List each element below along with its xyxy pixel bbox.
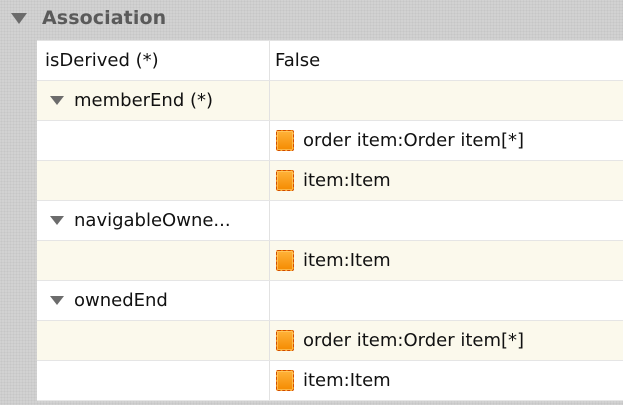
expanded-triangle-icon[interactable] [11,13,27,24]
property-icon [276,130,294,151]
table-row[interactable]: ownedEnd [37,281,623,321]
property-value: order item:Order item[*] [303,130,525,151]
property-name-cell [37,241,270,280]
property-icon [276,250,294,271]
property-value-cell[interactable] [270,281,623,320]
property-name-cell: ownedEnd [37,281,270,320]
table-row[interactable]: order item:Order item[*] [37,321,623,361]
property-name-cell: memberEnd (*) [37,81,270,120]
property-value-cell[interactable]: item:Item [270,361,623,400]
property-name: isDerived (*) [45,50,159,71]
property-value-cell[interactable]: False [270,41,623,80]
expanded-triangle-icon[interactable] [50,96,64,105]
section-header-association[interactable]: Association [0,0,623,40]
expanded-triangle-icon[interactable] [50,216,64,225]
property-name: ownedEnd [74,290,168,311]
property-value: item:Item [303,250,391,271]
property-value-cell[interactable]: order item:Order item[*] [270,321,623,360]
table-row[interactable]: order item:Order item[*] [37,121,623,161]
property-value-cell[interactable] [270,201,623,240]
property-value: order item:Order item[*] [303,330,525,351]
property-value-cell[interactable]: item:Item [270,241,623,280]
properties-panel: Association isDerived (*) False memberEn… [0,0,623,405]
section-title: Association [42,7,167,29]
table-row[interactable]: item:Item [37,161,623,201]
property-name-cell: navigableOwne... [37,201,270,240]
property-name-cell [37,121,270,160]
property-name-cell: isDerived (*) [37,41,270,80]
table-row[interactable]: item:Item [37,361,623,401]
property-value-cell[interactable] [270,81,623,120]
property-value-cell[interactable]: item:Item [270,161,623,200]
table-row[interactable]: isDerived (*) False [37,41,623,81]
table-row[interactable]: memberEnd (*) [37,81,623,121]
property-name-cell [37,161,270,200]
property-icon [276,170,294,191]
property-name-cell [37,361,270,400]
property-name: navigableOwne... [74,210,231,231]
table-row[interactable]: item:Item [37,241,623,281]
property-value: item:Item [303,370,391,391]
property-icon [276,370,294,391]
property-value-cell[interactable]: order item:Order item[*] [270,121,623,160]
property-value: item:Item [303,170,391,191]
property-icon [276,330,294,351]
table-row[interactable]: navigableOwne... [37,201,623,241]
property-name-cell [37,321,270,360]
expanded-triangle-icon[interactable] [50,296,64,305]
property-table: isDerived (*) False memberEnd (*) order … [37,40,623,401]
property-value: False [275,50,321,71]
property-name: memberEnd (*) [74,90,214,111]
